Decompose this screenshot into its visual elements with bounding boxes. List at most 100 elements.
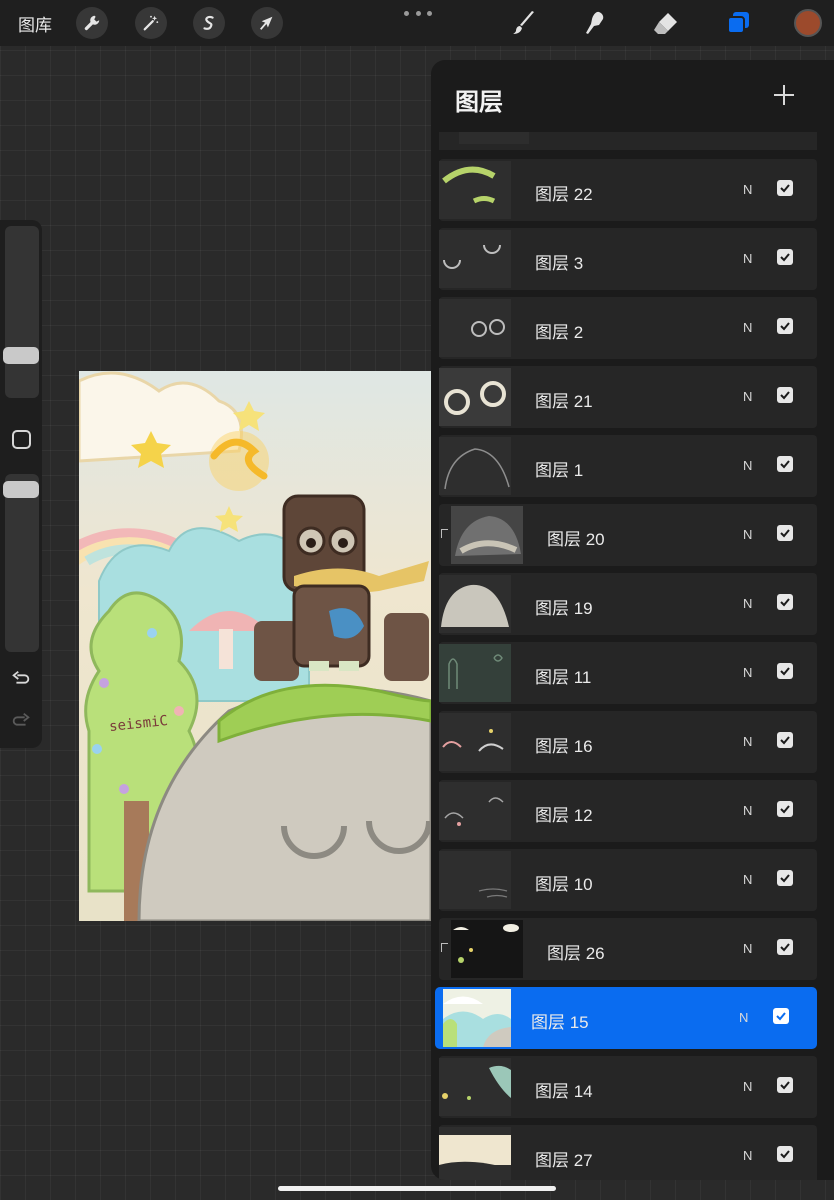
more-options-icon[interactable] — [404, 8, 432, 18]
visibility-checkbox[interactable] — [777, 249, 793, 265]
magic-wand-icon[interactable] — [135, 7, 167, 39]
left-sidebar — [0, 220, 42, 748]
layer-row-partial[interactable] — [439, 132, 817, 150]
layer-thumbnail — [439, 230, 511, 288]
layer-row[interactable]: 图层 14 N — [439, 1056, 817, 1118]
layers-panel-title: 图层 — [455, 89, 503, 116]
layer-row[interactable]: 图层 3 N — [439, 228, 817, 290]
brush-size-slider[interactable] — [3, 226, 39, 398]
layer-thumbnail — [439, 782, 511, 840]
opacity-slider[interactable] — [3, 474, 39, 652]
layer-row[interactable]: 图层 21 N — [439, 366, 817, 428]
clipping-mask-icon — [441, 529, 448, 538]
layers-panel-header: 图层 — [431, 60, 834, 132]
layer-thumbnail — [443, 989, 511, 1047]
layers-icon[interactable] — [722, 7, 754, 39]
smudge-icon[interactable] — [580, 7, 612, 39]
layer-name: 图层 16 — [535, 737, 593, 756]
layer-row[interactable]: 图层 20 N — [439, 504, 817, 566]
visibility-checkbox[interactable] — [777, 801, 793, 817]
visibility-checkbox[interactable] — [777, 594, 793, 610]
blend-mode-label[interactable]: N — [743, 320, 752, 335]
clipping-mask-icon — [441, 943, 448, 952]
visibility-checkbox[interactable] — [777, 1077, 793, 1093]
layer-thumbnail — [439, 851, 511, 909]
layer-name: 图层 20 — [547, 530, 605, 549]
brush-size-thumb[interactable] — [3, 347, 39, 364]
drawing-canvas[interactable]: seismiC — [79, 371, 431, 921]
blend-mode-label[interactable]: N — [743, 734, 752, 749]
visibility-checkbox[interactable] — [777, 180, 793, 196]
transform-arrow-icon[interactable] — [251, 7, 283, 39]
visibility-checkbox[interactable] — [773, 1008, 789, 1024]
brush-icon[interactable] — [508, 7, 540, 39]
modify-button[interactable] — [12, 430, 31, 449]
layer-thumbnail — [439, 437, 511, 495]
layer-thumbnail — [439, 575, 511, 633]
layer-thumbnail — [459, 132, 529, 144]
layer-row[interactable]: 图层 10 N — [439, 849, 817, 911]
layer-name: 图层 14 — [535, 1082, 593, 1101]
blend-mode-label[interactable]: N — [743, 1079, 752, 1094]
visibility-checkbox[interactable] — [777, 870, 793, 886]
layer-thumbnail — [439, 1058, 511, 1116]
visibility-checkbox[interactable] — [777, 663, 793, 679]
redo-icon[interactable] — [9, 709, 33, 733]
home-indicator[interactable] — [278, 1186, 556, 1191]
layer-row[interactable]: 图层 2 N — [439, 297, 817, 359]
layer-thumbnail — [439, 161, 511, 219]
blend-mode-label[interactable]: N — [739, 1010, 748, 1025]
blend-mode-label[interactable]: N — [743, 1148, 752, 1163]
layer-name: 图层 19 — [535, 599, 593, 618]
opacity-thumb[interactable] — [3, 481, 39, 498]
visibility-checkbox[interactable] — [777, 939, 793, 955]
layer-row[interactable]: 图层 27 N — [439, 1125, 817, 1180]
layer-row[interactable]: 图层 19 N — [439, 573, 817, 635]
eraser-icon[interactable] — [650, 7, 682, 39]
layer-thumbnail — [439, 1127, 511, 1180]
blend-mode-label[interactable]: N — [743, 941, 752, 956]
layer-thumbnail — [439, 713, 511, 771]
layer-name: 图层 11 — [535, 668, 592, 687]
visibility-checkbox[interactable] — [777, 456, 793, 472]
layers-panel: 图层 图层 22 N 图层 3 N 图层 2 N 图层 21 N 图层 1 N … — [431, 60, 834, 1180]
visibility-checkbox[interactable] — [777, 525, 793, 541]
artwork-illustration — [79, 371, 431, 921]
visibility-checkbox[interactable] — [777, 318, 793, 334]
layer-thumbnail — [451, 920, 523, 978]
layer-name: 图层 10 — [535, 875, 593, 894]
layer-name: 图层 12 — [535, 806, 593, 825]
blend-mode-label[interactable]: N — [743, 458, 752, 473]
blend-mode-label[interactable]: N — [743, 527, 752, 542]
layer-thumbnail — [451, 506, 523, 564]
gallery-button[interactable]: 图库 — [18, 11, 52, 36]
layer-row[interactable]: 图层 11 N — [439, 642, 817, 704]
blend-mode-label[interactable]: N — [743, 389, 752, 404]
visibility-checkbox[interactable] — [777, 732, 793, 748]
layer-thumbnail — [439, 368, 511, 426]
wrench-icon[interactable] — [76, 7, 108, 39]
color-picker-swatch[interactable] — [794, 9, 822, 37]
selection-icon[interactable] — [193, 7, 225, 39]
layer-row-selected[interactable]: 图层 15 N — [435, 987, 817, 1049]
layer-row[interactable]: 图层 12 N — [439, 780, 817, 842]
blend-mode-label[interactable]: N — [743, 872, 752, 887]
blend-mode-label[interactable]: N — [743, 803, 752, 818]
layer-name: 图层 1 — [535, 461, 584, 480]
visibility-checkbox[interactable] — [777, 1146, 793, 1162]
blend-mode-label[interactable]: N — [743, 665, 752, 680]
layer-name: 图层 21 — [535, 392, 593, 411]
visibility-checkbox[interactable] — [777, 387, 793, 403]
layer-row[interactable]: 图层 16 N — [439, 711, 817, 773]
layer-name: 图层 15 — [531, 1013, 589, 1032]
undo-icon[interactable] — [9, 667, 33, 691]
layer-name: 图层 26 — [547, 944, 605, 963]
blend-mode-label[interactable]: N — [743, 596, 752, 611]
blend-mode-label[interactable]: N — [743, 182, 752, 197]
layer-thumbnail — [439, 644, 511, 702]
layer-row[interactable]: 图层 26 N — [439, 918, 817, 980]
layer-row[interactable]: 图层 1 N — [439, 435, 817, 497]
layer-row[interactable]: 图层 22 N — [439, 159, 817, 221]
add-layer-button[interactable] — [769, 80, 799, 110]
blend-mode-label[interactable]: N — [743, 251, 752, 266]
